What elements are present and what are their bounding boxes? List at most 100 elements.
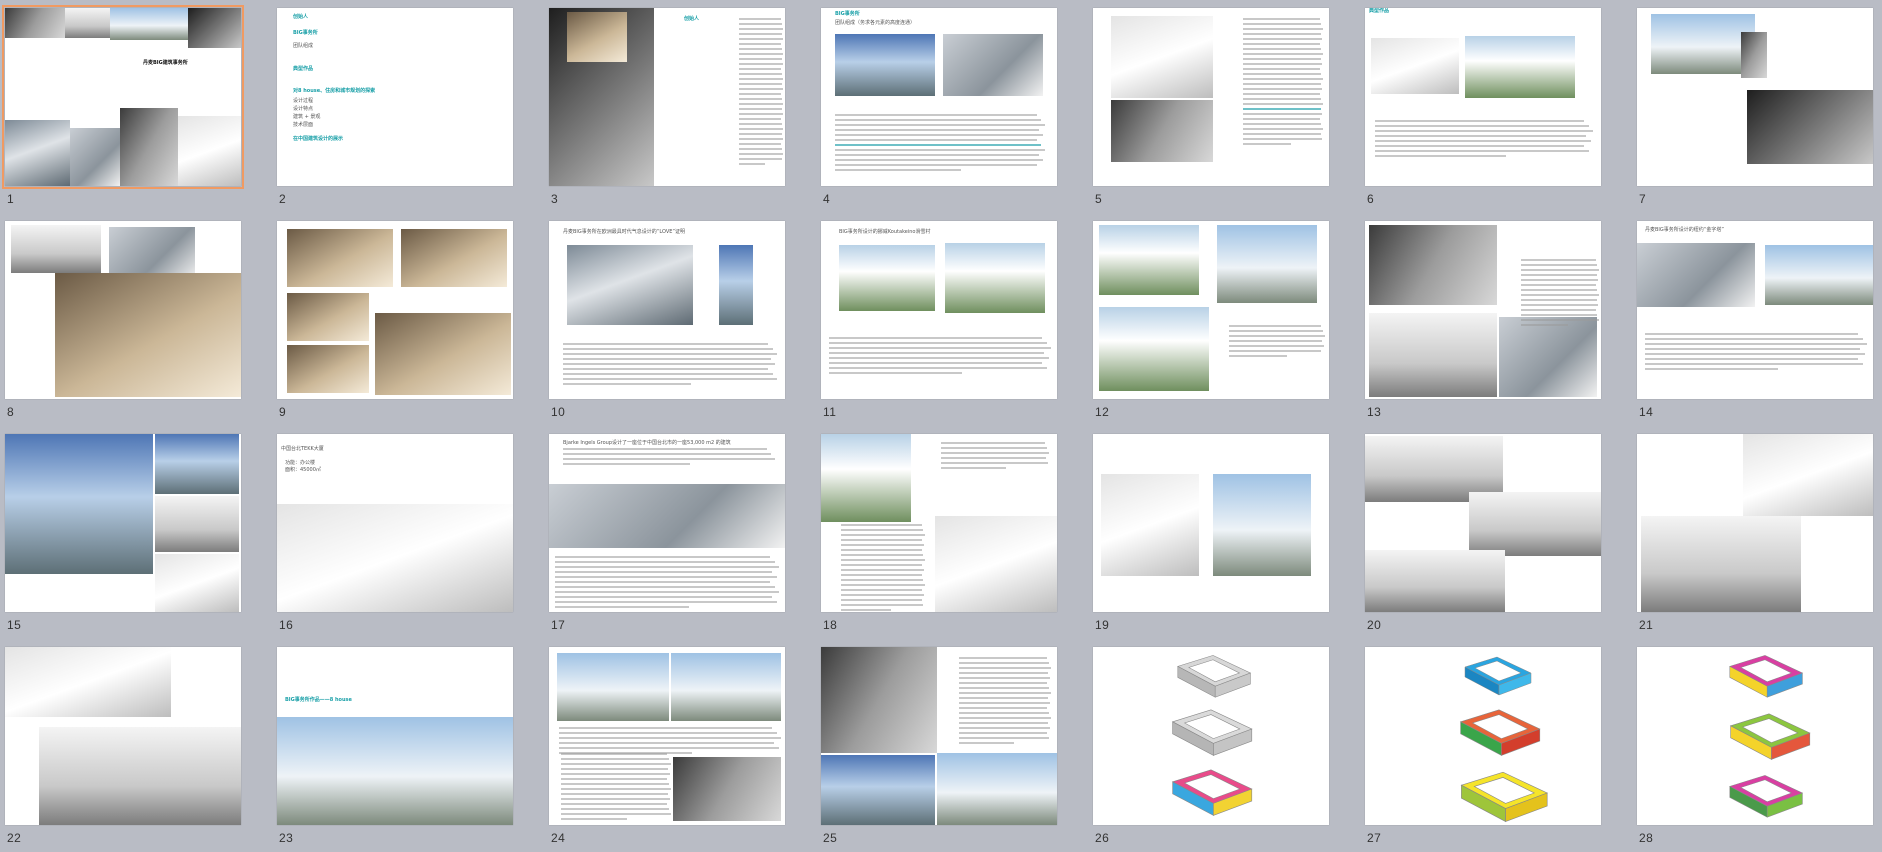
slide-thumbnail-26[interactable]: 26 — [1088, 639, 1331, 852]
slide-thumbnail-12[interactable]: 12 — [1088, 213, 1331, 426]
slide-photo — [945, 243, 1045, 313]
slide-photo — [821, 755, 935, 825]
slide-thumbnail-7[interactable]: 7 — [1632, 0, 1875, 213]
slide-photo — [1741, 32, 1767, 78]
slide-canvas[interactable]: 创始人 — [549, 8, 785, 186]
slide-thumbnail-19[interactable]: 19 — [1088, 426, 1331, 639]
slide-photo — [835, 34, 935, 96]
slide-canvas[interactable] — [5, 221, 241, 399]
slide-thumbnail-11[interactable]: BIG事务所设计的挪威Koutakeino滑雪村 11 — [816, 213, 1059, 426]
slide-title: 丹麦BIG事务所设计的纽约“金字塔” — [1645, 227, 1724, 233]
slide-number: 9 — [279, 405, 287, 419]
slide-thumbnail-3[interactable]: 创始人 3 — [544, 0, 787, 213]
text-block — [1521, 259, 1599, 329]
slide-thumbnail-20[interactable]: 20 — [1360, 426, 1603, 639]
slide-title: 中国台北TEKK大厦 — [281, 446, 324, 452]
slide-canvas[interactable] — [549, 647, 785, 825]
slide-photo — [39, 727, 241, 825]
slide-number: 26 — [1095, 831, 1110, 845]
slide-thumbnail-6[interactable]: 典型作品 6 — [1360, 0, 1603, 213]
slide-number: 23 — [279, 831, 294, 845]
slide-photo — [1099, 307, 1209, 391]
massing-diagram — [1171, 709, 1253, 756]
slide-thumbnail-23[interactable]: BIG事务所作品——8 house 23 — [272, 639, 515, 852]
outline-item: 在中国建筑设计的展示 — [293, 136, 344, 142]
slide-thumbnail-1[interactable]: 丹麦BIG建筑事务所 1 — [0, 0, 244, 213]
slide-thumbnail-2[interactable]: 创始人 BIG事务所 团队组成 典型作品 对8 house、住房和城市规划的探索 设计过程… — [272, 0, 515, 213]
slide-thumbnail-8[interactable]: 8 — [0, 213, 243, 426]
text-block — [1645, 333, 1867, 373]
text-block — [959, 657, 1051, 747]
slide-canvas[interactable]: 丹麦BIG建筑事务所 — [2, 5, 244, 189]
slide-canvas[interactable] — [1365, 434, 1601, 612]
slide-title: 典型作品 — [1369, 8, 1390, 14]
slide-photo — [671, 653, 781, 721]
slide-canvas[interactable]: 丹麦BIG事务所在欧洲最具时代气息设计的“LOVE”证明 — [549, 221, 785, 399]
text-block — [835, 114, 1045, 174]
slide-number: 7 — [1639, 192, 1647, 206]
text-block — [563, 343, 777, 388]
slide-title: BIG事务所作品——8 house — [285, 697, 352, 703]
slide-thumbnail-22[interactable]: 22 — [0, 639, 243, 852]
slide-thumbnail-16[interactable]: 中国台北TEKK大厦 功能：办公楼 面积：45000㎡ 16 — [272, 426, 515, 639]
slide-photo — [5, 434, 153, 574]
slide-photo — [567, 245, 693, 325]
slide-number: 3 — [551, 192, 559, 206]
slide-number: 5 — [1095, 192, 1103, 206]
slide-canvas[interactable]: 创始人 BIG事务所 团队组成 典型作品 对8 house、住房和城市规划的探索 设计过程… — [277, 8, 513, 186]
slide-canvas[interactable]: 中国台北TEKK大厦 功能：办公楼 面积：45000㎡ — [277, 434, 513, 612]
slide-number: 28 — [1639, 831, 1654, 845]
slide-canvas[interactable] — [821, 434, 1057, 612]
massing-diagram — [1460, 771, 1549, 823]
slide-canvas[interactable]: Bjarke Ingels Group设计了一座位于中国台北市的一座53,000… — [549, 434, 785, 612]
slide-photo — [1111, 16, 1213, 98]
slide-photo — [937, 753, 1057, 825]
slide-canvas[interactable] — [821, 647, 1057, 825]
slide-canvas[interactable]: BIG事务所 团队组成（务求各元素的高度连通） — [821, 8, 1057, 186]
slide-thumbnail-24[interactable]: 24 — [544, 639, 787, 852]
slide-canvas[interactable] — [5, 434, 241, 612]
slide-photo — [1651, 14, 1755, 74]
slide-canvas[interactable] — [1093, 434, 1329, 612]
slide-canvas[interactable] — [1637, 8, 1873, 186]
slide-canvas[interactable] — [5, 647, 241, 825]
slide-thumbnail-10[interactable]: 丹麦BIG事务所在欧洲最具时代气息设计的“LOVE”证明 10 — [544, 213, 787, 426]
slide-thumbnail-9[interactable]: 9 — [272, 213, 515, 426]
slide-thumbnail-17[interactable]: Bjarke Ingels Group设计了一座位于中国台北市的一座53,000… — [544, 426, 787, 639]
slide-canvas[interactable]: BIG事务所设计的挪威Koutakeino滑雪村 — [821, 221, 1057, 399]
slide-thumbnail-5[interactable]: 5 — [1088, 0, 1331, 213]
slide-thumbnail-15[interactable]: 15 — [0, 426, 243, 639]
slide-canvas[interactable]: 丹麦BIG事务所设计的纽约“金字塔” — [1637, 221, 1873, 399]
slide-number: 18 — [823, 618, 838, 632]
slide-photo — [5, 8, 65, 38]
slide-photo — [935, 516, 1057, 612]
slide-canvas[interactable]: BIG事务所作品——8 house — [277, 647, 513, 825]
slide-thumbnail-25[interactable]: 25 — [816, 639, 1059, 852]
slide-title: 丹麦BIG建筑事务所 — [143, 60, 188, 66]
slide-canvas[interactable] — [1093, 221, 1329, 399]
slide-canvas[interactable] — [1637, 434, 1873, 612]
slide-photo — [401, 229, 507, 287]
text-block — [841, 524, 925, 612]
slide-canvas[interactable] — [1093, 8, 1329, 186]
slide-number: 16 — [279, 618, 294, 632]
slide-subtitle: 团队组成（务求各元素的高度连通） — [835, 20, 916, 26]
slide-canvas[interactable] — [1365, 221, 1601, 399]
slide-number: 27 — [1367, 831, 1382, 845]
text-block — [739, 18, 783, 168]
slide-thumbnail-28[interactable]: 28 — [1632, 639, 1875, 852]
slide-thumbnail-4[interactable]: BIG事务所 团队组成（务求各元素的高度连通） 4 — [816, 0, 1059, 213]
slide-photo — [1747, 90, 1873, 164]
slide-canvas[interactable] — [1365, 647, 1601, 825]
slide-thumbnail-13[interactable]: 13 — [1360, 213, 1603, 426]
slide-photo — [1641, 516, 1801, 612]
slide-canvas[interactable] — [1637, 647, 1873, 825]
slide-title: BIG事务所设计的挪威Koutakeino滑雪村 — [839, 229, 931, 235]
slide-canvas[interactable]: 典型作品 — [1365, 8, 1601, 186]
slide-thumbnail-21[interactable]: 21 — [1632, 426, 1875, 639]
slide-thumbnail-14[interactable]: 丹麦BIG事务所设计的纽约“金字塔” 14 — [1632, 213, 1875, 426]
slide-thumbnail-18[interactable]: 18 — [816, 426, 1059, 639]
slide-canvas[interactable] — [1093, 647, 1329, 825]
slide-canvas[interactable] — [277, 221, 513, 399]
slide-thumbnail-27[interactable]: 27 — [1360, 639, 1603, 852]
